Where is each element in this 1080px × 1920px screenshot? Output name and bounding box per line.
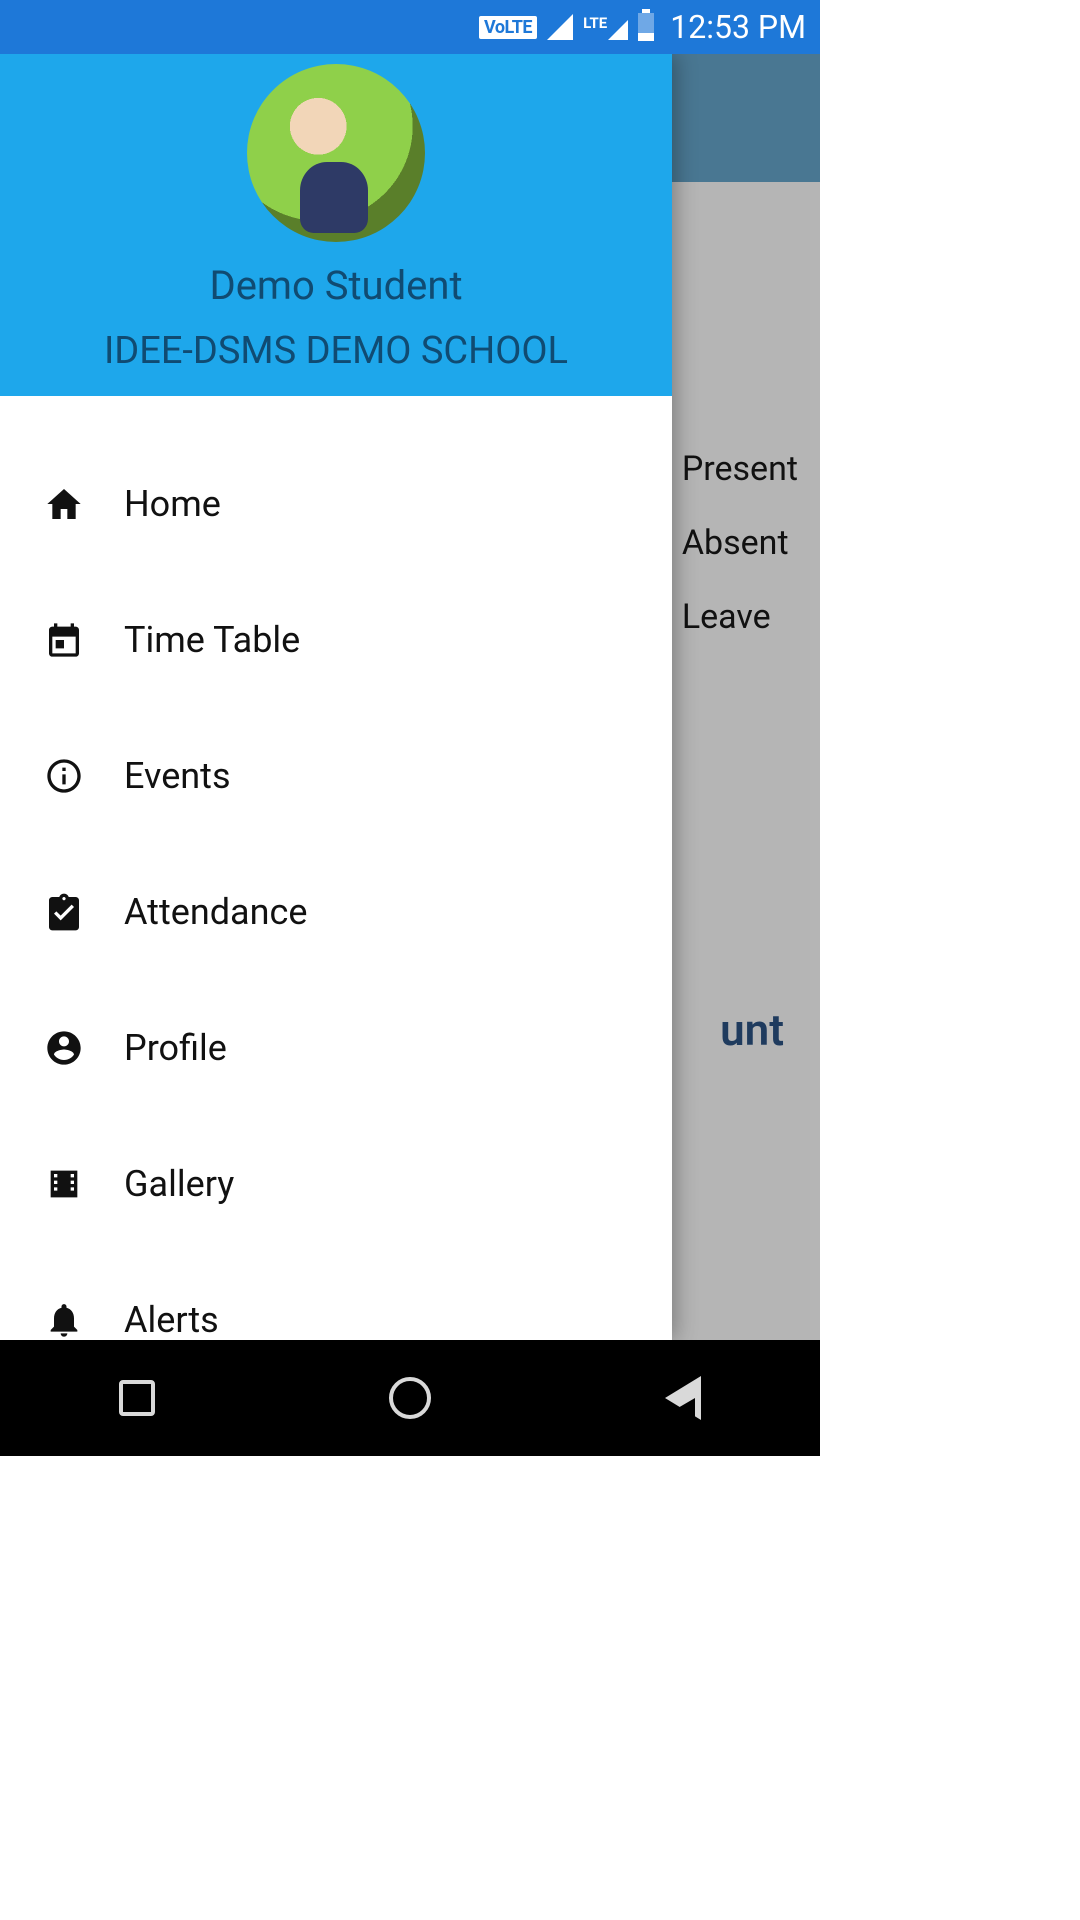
person-icon [44, 1028, 84, 1068]
sidebar-item-timetable[interactable]: Time Table [0, 572, 672, 708]
student-name: Demo Student [209, 262, 462, 309]
home-icon [44, 484, 84, 524]
lte-signal-icon: LTE [583, 14, 628, 40]
attendance-legend: Present Absent Leave [656, 449, 798, 637]
sidebar-item-label: Events [124, 755, 231, 797]
status-time: 12:53 PM [670, 8, 806, 46]
sidebar-item-events[interactable]: Events [0, 708, 672, 844]
sidebar-item-alerts[interactable]: Alerts [0, 1252, 672, 1340]
calendar-icon [44, 620, 84, 660]
sidebar-item-label: Alerts [124, 1299, 219, 1340]
overview-button[interactable] [112, 1373, 162, 1423]
sidebar-item-label: Profile [124, 1027, 227, 1069]
sidebar-item-label: Attendance [124, 891, 307, 933]
clipboard-icon [44, 892, 84, 932]
bell-icon [44, 1300, 84, 1340]
legend-leave: Leave [656, 597, 798, 637]
partial-text: unt [720, 1004, 784, 1056]
battery-icon [638, 13, 654, 41]
sidebar-item-label: Home [124, 483, 221, 525]
screen: Present Absent Leave unt Demo Student ID… [0, 54, 820, 1340]
drawer-header: Demo Student IDEE-DSMS DEMO SCHOOL [0, 54, 672, 396]
sidebar-item-gallery[interactable]: Gallery [0, 1116, 672, 1252]
info-icon [44, 756, 84, 796]
android-nav-bar [0, 1340, 820, 1456]
film-icon [44, 1164, 84, 1204]
school-name: IDEE-DSMS DEMO SCHOOL [104, 329, 568, 373]
signal-icon [547, 14, 573, 40]
navigation-drawer: Demo Student IDEE-DSMS DEMO SCHOOL Home … [0, 54, 672, 1340]
signal-small-icon [608, 20, 628, 40]
status-bar: VoLTE LTE 12:53 PM [0, 0, 820, 54]
avatar[interactable] [247, 64, 425, 242]
legend-present: Present [656, 449, 798, 489]
drawer-list: Home Time Table Events Attendance [0, 396, 672, 1340]
sidebar-item-label: Time Table [124, 619, 300, 661]
back-button[interactable] [658, 1373, 708, 1423]
sidebar-item-attendance[interactable]: Attendance [0, 844, 672, 980]
volte-badge: VoLTE [479, 16, 537, 39]
home-button[interactable] [385, 1373, 435, 1423]
sidebar-item-label: Gallery [124, 1163, 234, 1205]
sidebar-item-profile[interactable]: Profile [0, 980, 672, 1116]
sidebar-item-home[interactable]: Home [0, 436, 672, 572]
legend-absent: Absent [656, 523, 798, 563]
